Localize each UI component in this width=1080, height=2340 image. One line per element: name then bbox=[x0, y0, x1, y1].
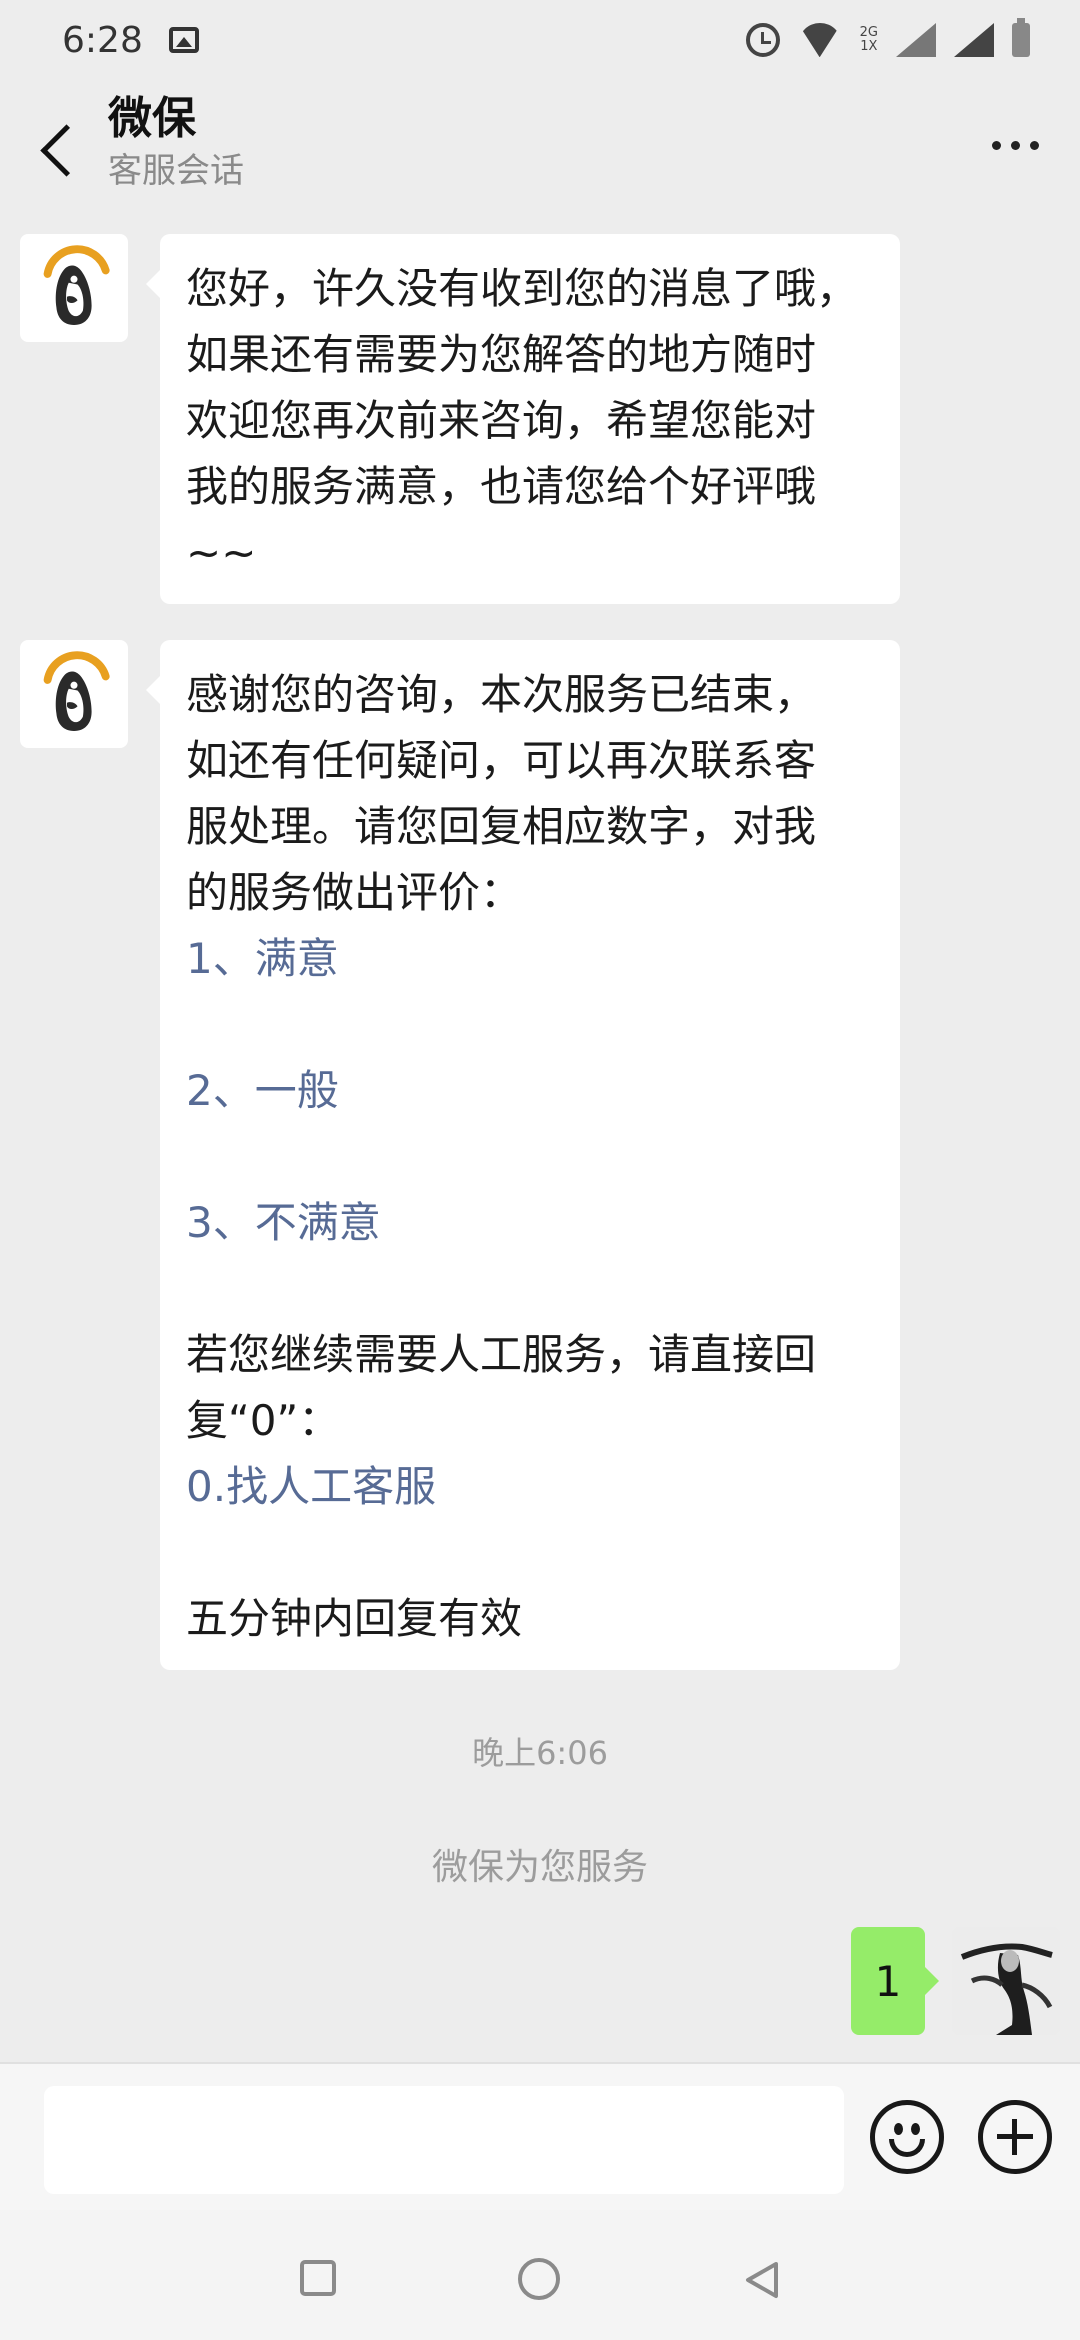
penguin-logo-icon bbox=[43, 651, 110, 731]
signal-icon bbox=[954, 23, 994, 57]
network-type: 2G 1X bbox=[860, 26, 878, 54]
service-avatar[interactable] bbox=[20, 640, 128, 748]
message-text: 如果还有需要为您解答的地方随时 bbox=[186, 330, 817, 379]
service-avatar[interactable] bbox=[20, 234, 128, 342]
my-message-text: 1 bbox=[874, 1956, 902, 2006]
penguin-logo-icon bbox=[43, 245, 110, 325]
message-text: 如还有任何疑问，可以再次联系客 bbox=[186, 736, 817, 785]
chat-title: 微保 bbox=[108, 93, 196, 144]
title-block: 微保 客服会话 bbox=[108, 90, 244, 194]
message-text: 服处理。请您回复相应数字，对我 bbox=[186, 802, 817, 851]
chat-header: 微保 客服会话 bbox=[0, 80, 1080, 210]
message-text: 的服务做出评价： bbox=[186, 868, 523, 917]
message-timestamp: 晚上6:06 bbox=[472, 1734, 608, 1772]
my-avatar[interactable] bbox=[952, 1927, 1060, 2035]
message-input[interactable] bbox=[44, 2086, 844, 2194]
message-text: 欢迎您再次前来咨询，希望您能对 bbox=[186, 396, 817, 445]
user-photo bbox=[952, 1927, 1060, 2035]
human-agent-option[interactable]: 0.找人工客服 bbox=[186, 1454, 878, 1520]
recent-apps-icon[interactable] bbox=[300, 2260, 336, 2296]
status-bar: 6:28 2G 1X bbox=[0, 0, 1080, 80]
alarm-icon bbox=[745, 23, 780, 57]
chat-subtitle: 客服会话 bbox=[108, 151, 244, 191]
rating-option-average[interactable]: 2、一般 bbox=[186, 1058, 878, 1124]
service-message-bubble[interactable]: 您好，许久没有收到您的消息了哦， 如果还有需要为您解答的地方随时 欢迎您再次前来… bbox=[146, 234, 900, 604]
message-text: 复“0”： bbox=[186, 1396, 341, 1445]
smiley-icon[interactable] bbox=[870, 2100, 944, 2174]
message-text: 我的服务满意，也请您给个好评哦 bbox=[186, 462, 817, 511]
my-message-bubble[interactable]: 1 bbox=[851, 1927, 939, 2035]
service-message-bubble[interactable]: 感谢您的咨询，本次服务已结束， 如还有任何疑问，可以再次联系客 服处理。请您回复… bbox=[146, 640, 900, 1670]
home-icon[interactable] bbox=[518, 2258, 560, 2300]
network-top: 2G bbox=[859, 25, 878, 40]
message-text: ~~ bbox=[186, 528, 257, 577]
wifi-icon bbox=[798, 23, 842, 57]
rating-option-satisfied[interactable]: 1、满意 bbox=[186, 926, 878, 992]
network-bottom: 1X bbox=[860, 39, 878, 54]
back-icon[interactable] bbox=[742, 2260, 782, 2300]
rating-option-unsatisfied[interactable]: 3、不满意 bbox=[186, 1190, 878, 1256]
message-text: 感谢您的咨询，本次服务已结束， bbox=[186, 670, 817, 719]
system-nav-bar bbox=[0, 2210, 1080, 2340]
message-text: 您好，许久没有收到您的消息了哦， bbox=[186, 264, 859, 313]
signal-icon bbox=[896, 23, 936, 57]
plus-circle-icon[interactable] bbox=[978, 2100, 1052, 2174]
status-time: 6:28 bbox=[62, 19, 143, 61]
more-dots-icon[interactable] bbox=[980, 120, 1050, 170]
input-bar bbox=[0, 2062, 1080, 2210]
system-message: 微保为您服务 bbox=[431, 1847, 648, 1888]
image-icon bbox=[168, 27, 199, 53]
message-footer: 五分钟内回复有效 bbox=[186, 1594, 523, 1643]
chevron-left-icon[interactable] bbox=[30, 114, 90, 184]
message-text: 若您继续需要人工服务，请直接回 bbox=[186, 1330, 817, 1379]
battery-icon bbox=[1012, 18, 1030, 57]
